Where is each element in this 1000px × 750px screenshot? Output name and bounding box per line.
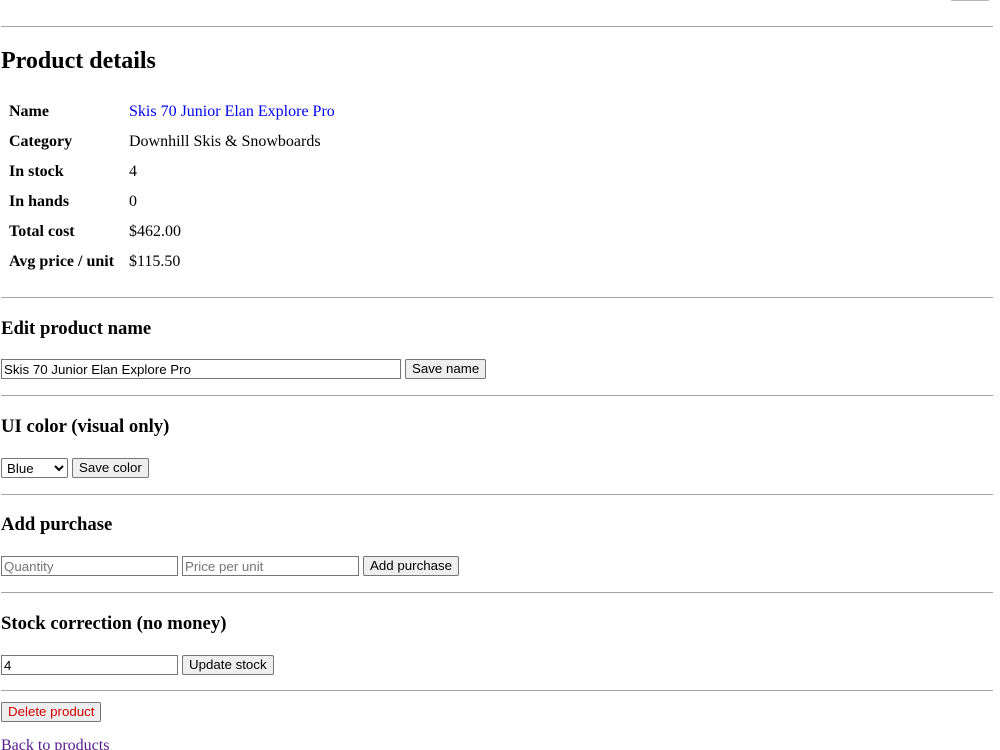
details-value: Downhill Skis & Snowboards <box>129 133 321 150</box>
details-value: $462.00 <box>129 223 181 240</box>
details-value: 0 <box>129 193 137 210</box>
details-row-in-hands: In hands 0 <box>3 188 341 216</box>
details-label: In hands <box>9 193 70 210</box>
details-label: Name <box>9 103 49 120</box>
add-purchase-form: Add purchase <box>1 556 460 576</box>
details-row-total-cost: Total cost $462.00 <box>3 218 341 246</box>
details-value: $115.50 <box>129 253 181 270</box>
details-row-category: Category Downhill Skis & Snowboards <box>3 128 341 156</box>
details-label: Total cost <box>9 223 75 240</box>
stock-correction-form: Update stock <box>1 655 274 675</box>
color-select[interactable]: Blue <box>1 458 68 478</box>
details-table: Name Skis 70 Junior Elan Explore Pro Cat… <box>1 96 343 278</box>
product-details-page: Product details Name Skis 70 Junior Elan… <box>0 0 993 750</box>
divider <box>1 297 993 298</box>
quantity-input[interactable] <box>1 556 178 576</box>
divider <box>1 592 993 593</box>
details-label: Category <box>9 133 73 150</box>
details-value: 4 <box>129 163 137 180</box>
ui-color-form: Blue Save color <box>1 458 149 478</box>
page-title: Product details <box>1 48 156 74</box>
delete-product-button[interactable]: Delete product <box>1 702 102 722</box>
add-purchase-button[interactable]: Add purchase <box>363 556 460 576</box>
divider <box>1 26 993 27</box>
details-row-in-stock: In stock 4 <box>3 158 341 186</box>
add-purchase-heading: Add purchase <box>1 514 113 535</box>
divider <box>1 395 993 396</box>
ui-color-heading: UI color (visual only) <box>1 416 170 437</box>
edit-name-heading: Edit product name <box>1 318 152 339</box>
product-name-link[interactable]: Skis 70 Junior Elan Explore Pro <box>129 103 335 120</box>
divider <box>1 494 993 495</box>
back-link-row: Back to products <box>1 737 109 750</box>
stock-correction-heading: Stock correction (no money) <box>1 613 227 634</box>
edit-name-form: Save name <box>1 359 487 379</box>
save-color-button[interactable]: Save color <box>72 458 149 478</box>
details-value: Skis 70 Junior Elan Explore Pro <box>123 98 341 126</box>
update-stock-button[interactable]: Update stock <box>182 655 274 675</box>
price-per-unit-input[interactable] <box>182 556 359 576</box>
back-to-products-link[interactable]: Back to products <box>1 737 109 750</box>
product-name-input[interactable] <box>1 359 401 379</box>
details-row-avg-price: Avg price / unit $115.50 <box>3 248 341 276</box>
details-label: In stock <box>9 163 64 180</box>
details-row-name: Name Skis 70 Junior Elan Explore Pro <box>3 98 341 126</box>
stock-quantity-input[interactable] <box>1 655 178 675</box>
details-label: Avg price / unit <box>9 253 115 270</box>
save-name-button[interactable]: Save name <box>405 359 487 379</box>
delete-form: Delete product <box>1 702 102 722</box>
divider <box>1 690 993 691</box>
top-edge-stub <box>951 0 989 1</box>
